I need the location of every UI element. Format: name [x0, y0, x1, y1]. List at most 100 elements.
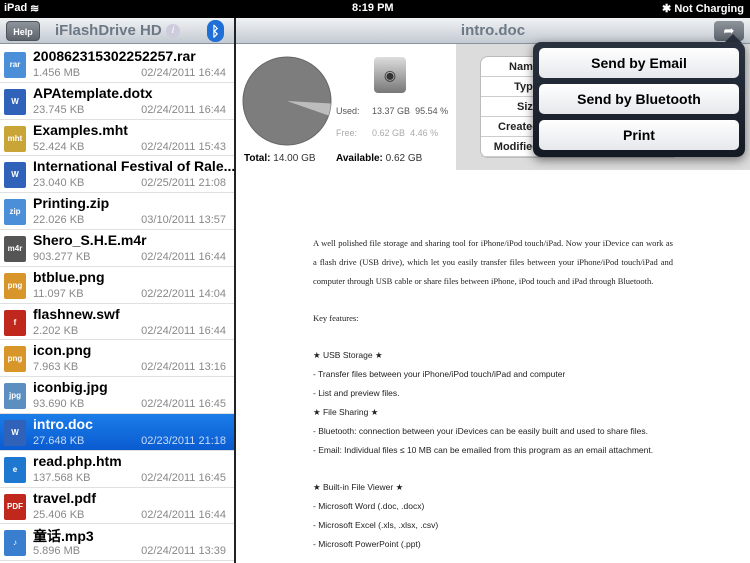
total-label: Total:: [244, 153, 271, 164]
file-row[interactable]: f flashnew.swf 2.202 KB 02/24/2011 16:44: [0, 304, 234, 341]
file-row[interactable]: rar 200862315302252257.rar 1.456 MB 02/2…: [0, 46, 234, 83]
file-name: read.php.htm: [33, 452, 122, 469]
file-date: 02/24/2011 16:44: [141, 250, 226, 263]
left-nav-bar: Help iFlashDrive HD i ᛒ: [0, 18, 234, 44]
file-date: 02/24/2011 15:43: [141, 140, 226, 153]
file-row[interactable]: zip Printing.zip 22.026 KB 03/10/2011 13…: [0, 193, 234, 230]
doc-line: - Microsoft PowerPoint (.ppt): [313, 539, 421, 549]
file-date: 02/25/2011 21:08: [141, 177, 226, 190]
hard-disk-icon: ◉: [374, 57, 406, 93]
document-content: A well polished file storage and sharing…: [313, 234, 673, 554]
file-row[interactable]: png btblue.png 11.097 KB 02/22/2011 14:0…: [0, 267, 234, 304]
doc-line: - Bluetooth: connection between your iDe…: [313, 426, 649, 436]
file-row[interactable]: e read.php.htm 137.568 KB 02/24/2011 16:…: [0, 451, 234, 488]
file-size: 93.690 KB: [33, 398, 85, 411]
info-icon[interactable]: i: [166, 24, 180, 38]
available-row: Available: 0.62 GB: [336, 153, 422, 164]
file-row[interactable]: m4r Shero_S.H.E.m4r 903.277 KB 02/24/201…: [0, 230, 234, 267]
doc-line: - Email: Individual files ≤ 10 MB can be…: [313, 445, 654, 455]
file-type-icon: mht: [4, 125, 26, 152]
doc-line: - Microsoft Word (.doc, .docx): [313, 501, 425, 511]
wifi-icon: ≋: [30, 3, 40, 15]
device-label: iPad: [4, 2, 28, 14]
file-name: APAtemplate.dotx: [33, 84, 153, 101]
clock: 8:19 PM: [352, 2, 394, 14]
file-type-icon: PDF: [4, 493, 26, 520]
file-row[interactable]: jpg iconbig.jpg 93.690 KB 02/24/2011 16:…: [0, 377, 234, 414]
file-row[interactable]: ♪ 童话.mp3 5.896 MB 02/24/2011 13:39: [0, 524, 234, 562]
app-title: iFlashDrive HD: [55, 22, 162, 39]
file-row[interactable]: W International Festival of Rale... 23.0…: [0, 156, 234, 194]
send-by-bluetooth-button[interactable]: Send by Bluetooth: [539, 84, 739, 114]
file-row[interactable]: mht Examples.mht 52.424 KB 02/24/2011 15…: [0, 120, 234, 157]
file-row[interactable]: W APAtemplate.dotx 23.745 KB 02/24/2011 …: [0, 83, 234, 120]
file-type-icon: e: [4, 456, 26, 483]
file-date: 02/24/2011 13:16: [141, 361, 226, 374]
file-type-icon: W: [4, 88, 26, 115]
share-popover: Send by Email Send by Bluetooth Print: [533, 42, 745, 157]
file-date: 03/10/2011 13:57: [141, 214, 226, 227]
file-name: International Festival of Rale...: [33, 158, 234, 175]
file-type-icon: f: [4, 309, 26, 336]
file-size: 27.648 KB: [33, 434, 85, 447]
doc-line: ★ File Sharing ★: [313, 407, 379, 417]
used-row: Used: 13.37 GB 95.54 %: [336, 106, 448, 116]
file-date: 02/24/2011 16:44: [141, 324, 226, 337]
file-date: 02/24/2011 16:45: [141, 398, 226, 411]
total-row: Total: 14.00 GB: [244, 153, 316, 164]
free-label: Free:: [336, 128, 358, 138]
free-pct: 4.46 %: [410, 128, 439, 138]
file-name: 200862315302252257.rar: [33, 48, 196, 64]
file-list-panel: Help iFlashDrive HD i ᛒ rar 200862315302…: [0, 18, 234, 563]
file-name: icon.png: [33, 342, 92, 359]
help-button[interactable]: Help: [6, 21, 40, 41]
file-size: 25.406 KB: [33, 508, 85, 521]
file-name: btblue.png: [33, 268, 105, 285]
total-value: 14.00 GB: [273, 153, 316, 164]
file-date: 02/24/2011 16:45: [141, 471, 226, 484]
file-name: Shero_S.H.E.m4r: [33, 231, 147, 248]
file-row[interactable]: PDF travel.pdf 25.406 KB 02/24/2011 16:4…: [0, 488, 234, 525]
file-type-icon: ♪: [4, 530, 26, 557]
file-size: 903.277 KB: [33, 250, 91, 263]
file-type-icon: rar: [4, 52, 26, 78]
print-button[interactable]: Print: [539, 120, 739, 150]
file-date: 02/23/2011 21:18: [141, 434, 226, 447]
right-nav-bar: intro.doc ➦: [236, 18, 750, 44]
file-date: 02/24/2011 13:39: [141, 545, 226, 558]
doc-line: ★ USB Storage ★: [313, 350, 383, 360]
free-value: 0.62 GB: [372, 128, 406, 138]
status-bar: iPad ≋ 8:19 PM ✱ Not Charging: [0, 0, 750, 18]
file-type-icon: png: [4, 272, 26, 299]
used-value: 13.37 GB: [372, 106, 411, 116]
file-name: flashnew.swf: [33, 305, 120, 322]
available-value: 0.62 GB: [385, 153, 423, 164]
doc-line: - List and preview files.: [313, 388, 400, 398]
used-label: Used:: [336, 106, 360, 116]
file-name: iconbig.jpg: [33, 379, 108, 396]
file-name: 童话.mp3: [33, 528, 94, 545]
file-name: intro.doc: [33, 415, 93, 432]
file-type-icon: m4r: [4, 235, 26, 262]
file-row[interactable]: W intro.doc 27.648 KB 02/23/2011 21:18: [0, 413, 234, 451]
doc-intro: A well polished file storage and sharing…: [313, 238, 673, 286]
file-list[interactable]: rar 200862315302252257.rar 1.456 MB 02/2…: [0, 46, 234, 562]
free-row: Free: 0.62 GB 4.46 %: [336, 128, 438, 138]
send-by-email-button[interactable]: Send by Email: [539, 48, 739, 78]
file-name: Printing.zip: [33, 195, 110, 212]
used-pct: 95.54 %: [415, 106, 449, 116]
file-size: 22.026 KB: [33, 214, 85, 227]
file-type-icon: W: [4, 162, 26, 189]
storage-pie-chart: [242, 56, 332, 146]
file-name: Examples.mht: [33, 121, 128, 138]
doc-key-features: Key features:: [313, 313, 359, 323]
bluetooth-icon[interactable]: ᛒ: [207, 20, 224, 42]
file-row[interactable]: png icon.png 7.963 KB 02/24/2011 13:16: [0, 340, 234, 378]
file-size: 11.097 KB: [33, 287, 84, 300]
file-date: 02/24/2011 16:44: [141, 508, 226, 521]
file-name: travel.pdf: [33, 489, 97, 506]
file-size: 5.896 MB: [33, 545, 81, 558]
available-label: Available:: [336, 153, 383, 164]
file-type-icon: png: [4, 346, 26, 373]
file-size: 7.963 KB: [33, 361, 79, 374]
